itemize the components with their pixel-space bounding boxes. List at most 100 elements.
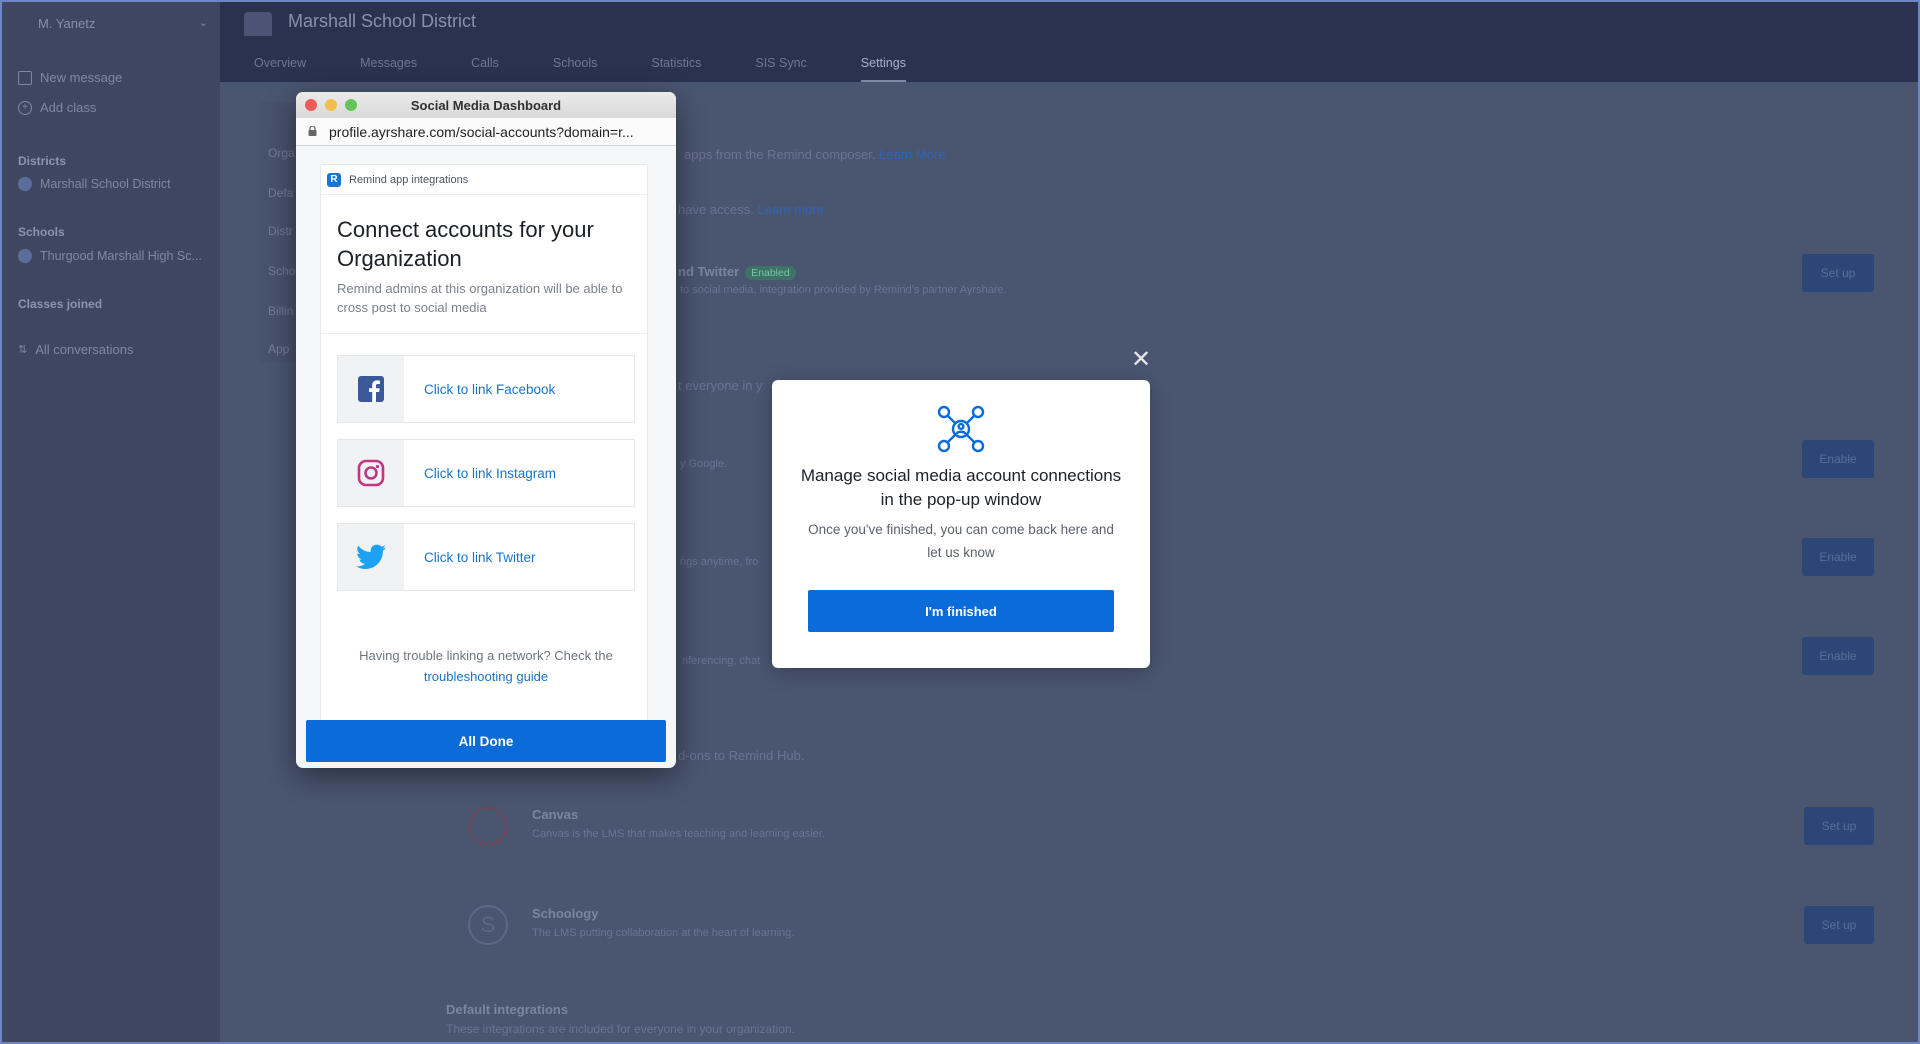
subnav-item-districts[interactable]: Distr <box>268 224 293 238</box>
subnav-item-schools[interactable]: Scho <box>268 264 295 278</box>
conferencing-desc: nferencing, chat <box>682 655 761 667</box>
window-title: Social Media Dashboard <box>410 98 562 113</box>
sidebar-item-district[interactable]: Marshall School District <box>18 177 208 191</box>
im-finished-button[interactable]: I'm finished <box>808 590 1114 632</box>
canvas-title: Canvas <box>532 807 579 822</box>
trouble-text-body: Having trouble linking a network? Check … <box>359 648 613 663</box>
social-media-popup-window: Social Media Dashboard profile.ayrshare.… <box>296 92 676 768</box>
tab-schools[interactable]: Schools <box>553 56 597 82</box>
instagram-icon <box>357 459 385 487</box>
schoology-logo-icon: S <box>468 905 508 945</box>
subnav-item-organization[interactable]: Orga <box>268 146 295 160</box>
tab-bar: Overview Messages Calls Schools Statisti… <box>254 56 960 82</box>
window-titlebar[interactable]: Social Media Dashboard <box>296 92 676 118</box>
trouble-text: Having trouble linking a network? Check … <box>341 645 631 687</box>
instagram-icon-box <box>338 440 404 506</box>
subnav-item-defaults[interactable]: Defa <box>268 186 293 200</box>
status-badge: Enabled <box>745 266 796 280</box>
link-twitter-label: Click to link Twitter <box>424 549 536 565</box>
tab-overview[interactable]: Overview <box>254 56 306 82</box>
google-desc: y Google. <box>680 458 728 470</box>
tab-statistics[interactable]: Statistics <box>651 56 701 82</box>
link-instagram-label: Click to link Instagram <box>424 465 557 481</box>
learn-more-link[interactable]: Learn More <box>879 147 945 162</box>
card-header: R Remind app integrations <box>321 165 647 195</box>
access-text-body: have access. <box>678 202 754 217</box>
access-text: have access. Learn more <box>678 202 824 217</box>
network-hub-icon <box>937 405 985 453</box>
anytime-desc: ngs anytime, fro <box>680 556 759 568</box>
page-title: Marshall School District <box>288 11 477 31</box>
facebook-icon-box <box>338 356 404 422</box>
twitter-icon <box>356 544 386 569</box>
all-conversations-label: All conversations <box>35 342 134 357</box>
twitter-title-text: nd Twitter <box>678 264 740 279</box>
twitter-setup-button[interactable]: Set up <box>1802 254 1874 292</box>
canvas-desc: Canvas is the LMS that makes teaching an… <box>532 828 825 840</box>
school-building-icon <box>244 12 272 36</box>
divider <box>321 333 647 334</box>
add-class-link[interactable]: + Add class <box>18 100 96 115</box>
connect-description: Remind admins at this organization will … <box>337 281 623 315</box>
chevron-down-icon: ⌄ <box>198 17 208 29</box>
tab-messages[interactable]: Messages <box>360 56 417 82</box>
manage-connections-modal: Manage social media account connections … <box>772 380 1150 668</box>
modal-description: Once you've finished, you can come back … <box>808 522 1114 560</box>
schoology-desc: The LMS putting collaboration at the hea… <box>532 927 795 939</box>
user-name: M. Yanetz <box>38 16 96 31</box>
link-twitter-button[interactable]: Click to link Twitter <box>337 523 635 591</box>
google-enable-button[interactable]: Enable <box>1802 440 1874 478</box>
link-facebook-button[interactable]: Click to link Facebook <box>337 355 635 423</box>
card-header-label: Remind app integrations <box>349 173 469 186</box>
composer-text: apps from the Remind composer. Learn Mor… <box>684 147 946 162</box>
learn-more-link-2[interactable]: Learn more <box>758 202 824 217</box>
close-icon[interactable]: ✕ <box>1131 348 1151 372</box>
lock-icon <box>308 126 317 136</box>
schoology-title: Schoology <box>532 906 599 921</box>
tab-settings[interactable]: Settings <box>860 56 906 82</box>
link-facebook-label: Click to link Facebook <box>424 381 556 397</box>
default-integrations-desc: These integrations are included for ever… <box>446 1022 795 1036</box>
modal-title: Manage social media account connections … <box>800 466 1122 509</box>
top-header: Marshall School District Overview Messag… <box>220 2 1918 82</box>
twitter-icon-box <box>338 524 404 590</box>
tab-calls[interactable]: Calls <box>471 56 499 82</box>
school-label: Thurgood Marshall High Sc... <box>40 249 202 263</box>
canvas-logo-icon <box>468 806 508 846</box>
district-label: Marshall School District <box>40 177 171 191</box>
tab-sis-sync[interactable]: SIS Sync <box>755 56 806 82</box>
everyone-text: t everyone in y <box>678 378 763 393</box>
subnav-item-apps[interactable]: App <box>268 342 289 356</box>
add-class-label: Add class <box>40 100 97 115</box>
plus-circle-icon: + <box>18 100 32 115</box>
default-integrations-title: Default integrations <box>446 1002 569 1017</box>
composer-text-body: apps from the Remind composer. <box>684 147 876 162</box>
school-avatar <box>18 249 32 263</box>
twitter-integration-desc: to social media, integration provided by… <box>680 284 1007 296</box>
compose-icon <box>18 70 32 85</box>
url-text: profile.ayrshare.com/social-accounts?dom… <box>329 124 634 140</box>
enable-button-3[interactable]: Enable <box>1802 637 1874 675</box>
troubleshooting-guide-link[interactable]: troubleshooting guide <box>424 669 548 684</box>
new-message-label: New message <box>40 70 123 85</box>
enable-button-2[interactable]: Enable <box>1802 538 1874 576</box>
remind-logo-icon: R <box>327 172 341 187</box>
subnav-item-billing[interactable]: Billin <box>268 304 293 318</box>
link-instagram-button[interactable]: Click to link Instagram <box>337 439 635 507</box>
new-message-link[interactable]: New message <box>18 70 122 85</box>
all-done-button[interactable]: All Done <box>306 720 666 762</box>
addons-text: d-ons to Remind Hub. <box>678 748 805 763</box>
sidebar: M. Yanetz ⌄ New message + Add class Dist… <box>2 2 220 1042</box>
sidebar-item-school[interactable]: Thurgood Marshall High Sc... <box>18 249 208 263</box>
address-bar[interactable]: profile.ayrshare.com/social-accounts?dom… <box>296 118 676 146</box>
canvas-setup-button[interactable]: Set up <box>1804 807 1874 845</box>
twitter-integration-title: nd Twitter Enabled <box>678 264 796 280</box>
user-menu[interactable]: M. Yanetz ⌄ <box>38 16 208 31</box>
all-conversations-link[interactable]: ⇅ All conversations <box>18 342 134 357</box>
connect-card: R Remind app integrations Connect accoun… <box>320 164 648 724</box>
classes-heading: Classes joined <box>18 297 103 311</box>
facebook-icon <box>358 376 384 402</box>
schoology-setup-button[interactable]: Set up <box>1804 906 1874 944</box>
connect-title: Connect accounts for your Organization <box>337 217 594 271</box>
districts-heading: Districts <box>18 154 67 168</box>
